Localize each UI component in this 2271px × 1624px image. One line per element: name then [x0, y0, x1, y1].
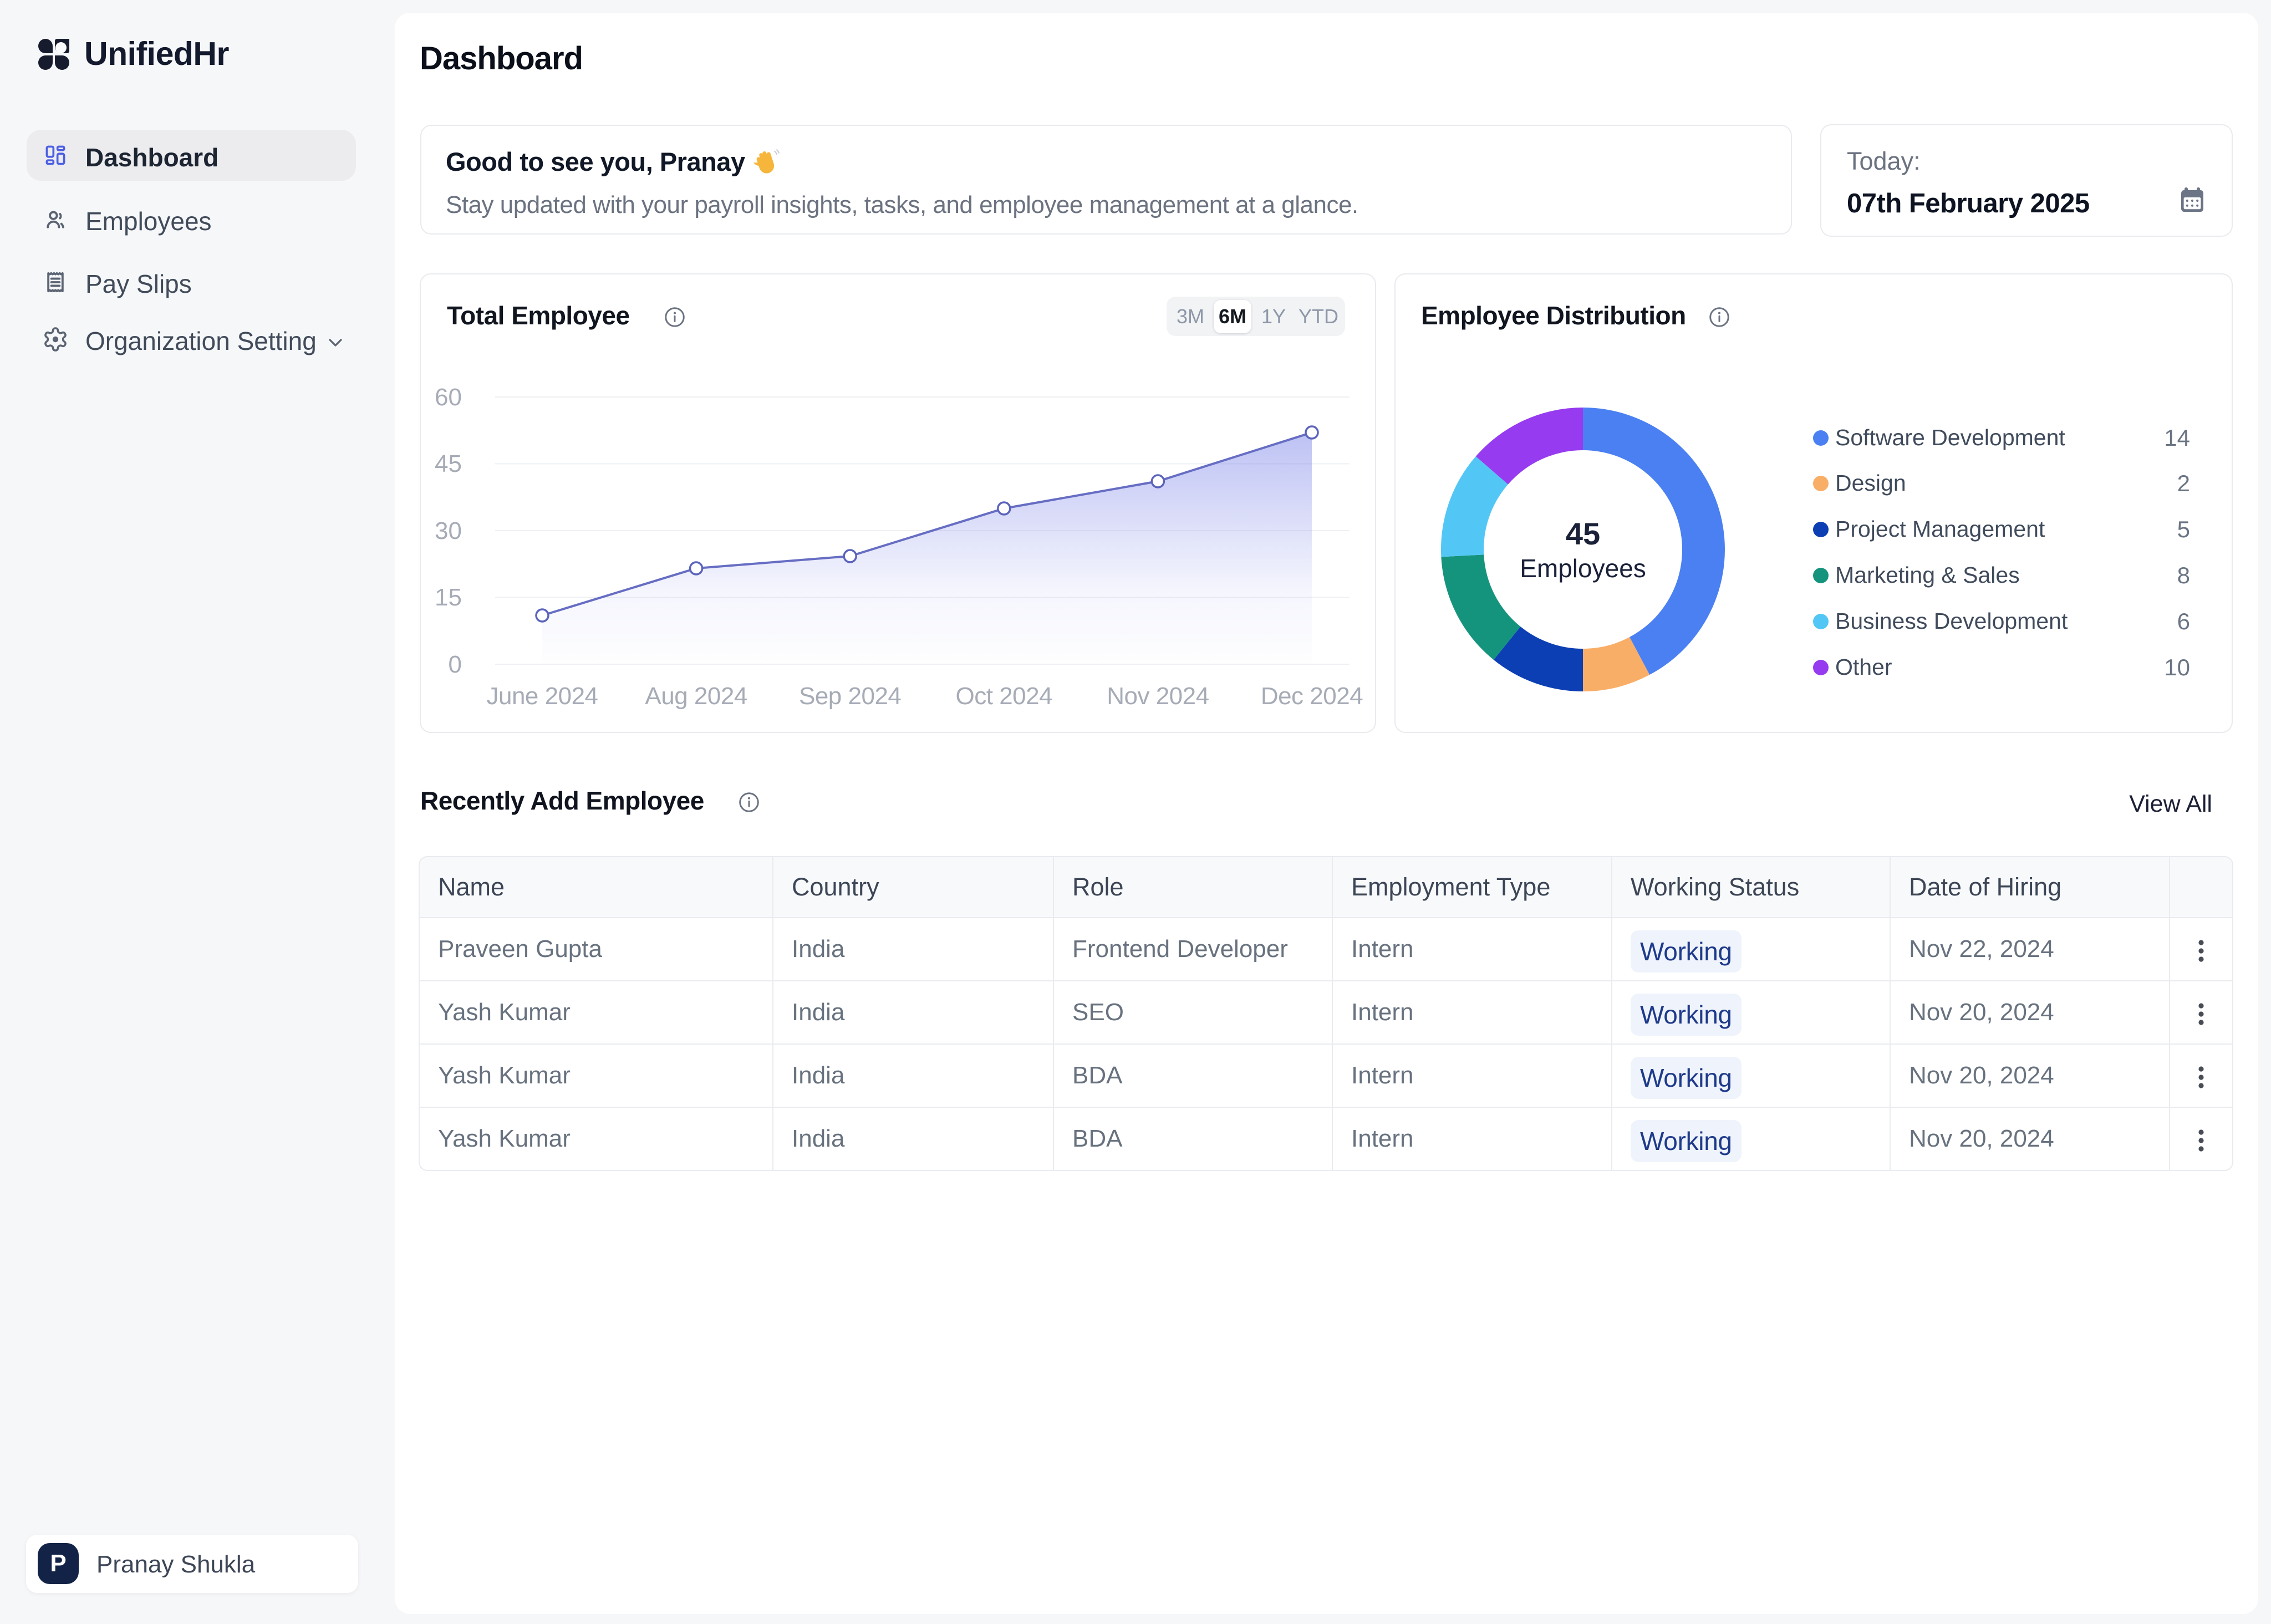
svg-text:0: 0 — [449, 651, 462, 678]
svg-text:60: 60 — [435, 384, 462, 411]
svg-text:Sep 2024: Sep 2024 — [799, 683, 901, 710]
svg-text:June 2024: June 2024 — [486, 683, 598, 710]
svg-text:Nov 2024: Nov 2024 — [1107, 683, 1209, 710]
svg-text:15: 15 — [435, 584, 462, 611]
svg-text:Oct 2024: Oct 2024 — [956, 683, 1053, 710]
svg-text:Aug 2024: Aug 2024 — [645, 683, 747, 710]
svg-text:45: 45 — [435, 450, 462, 477]
svg-text:Dec 2024: Dec 2024 — [1261, 683, 1363, 710]
svg-text:30: 30 — [435, 517, 462, 544]
